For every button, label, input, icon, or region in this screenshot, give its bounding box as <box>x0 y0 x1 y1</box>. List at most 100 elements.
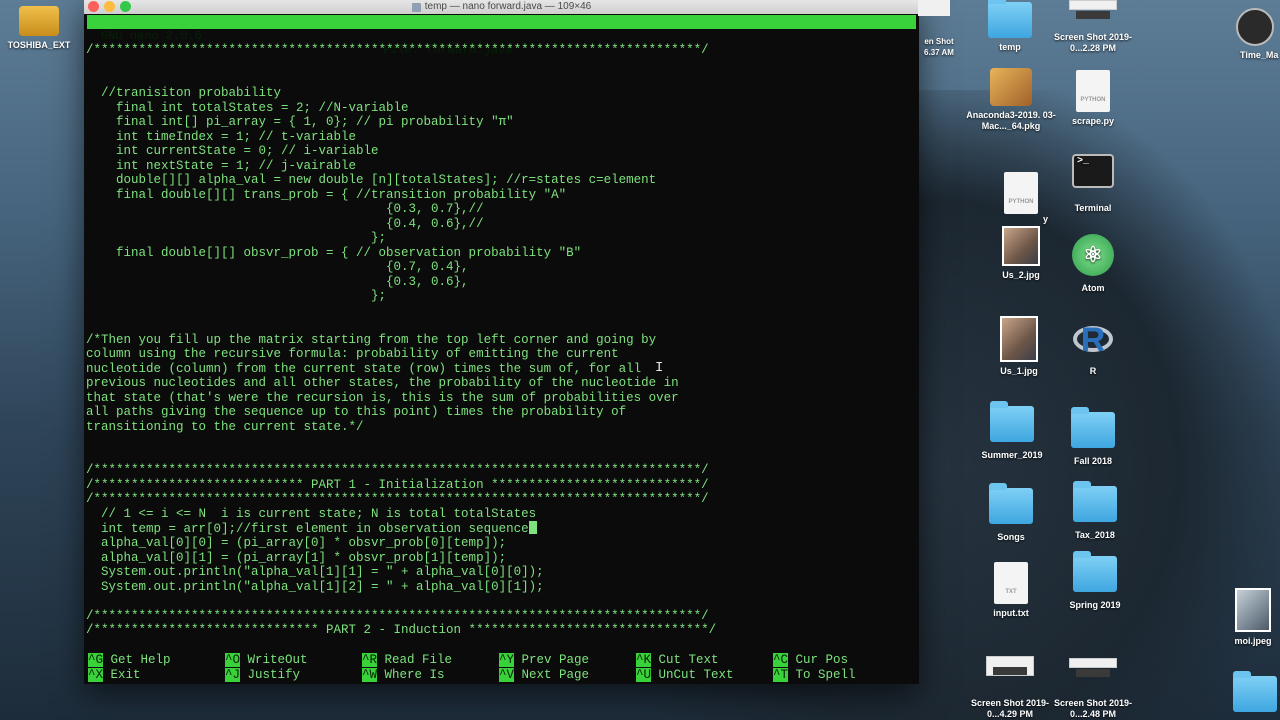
code-line: System.out.println("alpha_val[1][1] = " … <box>86 565 544 580</box>
shortcut-key: ^T <box>773 667 789 682</box>
document-icon <box>411 2 421 12</box>
desktop-icon-us-1[interactable]: Us_1.jpg <box>986 316 1052 377</box>
window-titlebar[interactable]: temp — nano forward.java — 109×46 <box>84 0 919 14</box>
desktop-icon-screenshot-partial[interactable]: en Shot 6.37 AM <box>918 0 960 58</box>
desktop-icon-fall-2018[interactable]: Fall 2018 <box>1058 407 1128 467</box>
shortcut-key: ^V <box>499 667 515 682</box>
desktop-icon-screenshot-3[interactable]: Screen Shot 2019-0...4.29 PM <box>968 656 1052 720</box>
code-line: final int[] pi_array = { 1, 0}; // pi pr… <box>86 115 514 130</box>
desktop-icon-label: R <box>1089 366 1097 376</box>
folder-icon <box>1073 551 1117 592</box>
desktop-icon-r[interactable]: R R <box>1058 320 1128 377</box>
nano-version: GNU nano 2.0.6 <box>101 29 202 43</box>
folder-icon <box>990 401 1034 442</box>
folder-icon <box>988 0 1032 38</box>
shortcut-key: ^J <box>225 667 241 682</box>
photo-icon <box>1000 316 1038 362</box>
code-line: /***************************************… <box>86 43 709 57</box>
code-line: alpha_val[0][0] = (pi_array[0] * obsvr_p… <box>86 536 507 551</box>
code-line: }; <box>86 289 387 304</box>
editor-text-area[interactable]: /***************************************… <box>86 43 716 638</box>
desktop-icon-folder-partial[interactable] <box>1230 671 1280 712</box>
code-line: previous nucleotides and all other state… <box>86 376 679 391</box>
shortcut-label: WriteOut <box>240 653 308 667</box>
code-line: /***************************************… <box>86 492 709 507</box>
code-line: {0.3, 0.7},// <box>86 202 484 217</box>
desktop-icon-label: input.txt <box>993 608 1029 618</box>
shortcut-writeout: ^O WriteOut <box>225 653 308 668</box>
minimize-window-button[interactable] <box>104 1 115 12</box>
shortcut-key: ^R <box>362 653 378 667</box>
shortcut-key: ^C <box>773 653 789 667</box>
shortcut-key: ^O <box>225 653 241 667</box>
desktop-icon-label: Terminal <box>1074 203 1112 213</box>
desktop-icon-label: Us_1.jpg <box>1000 366 1038 376</box>
desktop-icon-label: scrape.py <box>1071 116 1115 126</box>
window-title: temp — nano forward.java — 109×46 <box>424 1 592 12</box>
desktop-icon-label: en Shot 6.37 AM <box>924 37 954 57</box>
desktop-icon-screenshot-1[interactable]: Screen Shot 2019-0...2.28 PM <box>1052 0 1134 54</box>
desktop-icon-temp[interactable]: temp <box>972 0 1048 53</box>
desktop-icon-screenshot-4[interactable]: Screen Shot 2019-0...2.48 PM <box>1050 658 1136 720</box>
folder-icon <box>1233 671 1277 712</box>
code-line: // 1 <= i <= N i is current state; N is … <box>86 506 537 521</box>
drive-icon <box>19 6 59 36</box>
desktop-icon-tax-2018[interactable]: Tax_2018 <box>1060 481 1130 541</box>
shortcut-label: Exit <box>103 667 141 682</box>
shortcut-prev-page: ^Y Prev Page <box>499 653 589 668</box>
desktop-icon-time-machine[interactable]: Time_Ma <box>1234 0 1280 61</box>
desktop-icon-label: Spring 2019 <box>1069 600 1121 610</box>
code-line: System.out.println("alpha_val[1][2] = " … <box>86 579 544 594</box>
desktop-icon-input-txt[interactable]: TXT input.txt <box>976 562 1046 619</box>
screenshot-icon <box>918 0 950 16</box>
shortcut-label: Read File <box>377 653 453 667</box>
code-line: int currentState = 0; // i-variable <box>86 144 379 159</box>
desktop-icon-label: Fall 2018 <box>1073 456 1113 466</box>
code-line: int temp = arr[0];//first element in obs… <box>86 521 529 536</box>
code-line: final double[][] trans_prob = { //transi… <box>86 187 567 202</box>
code-line: //tranisiton probability <box>86 86 282 101</box>
code-line: transitioning to the current state.*/ <box>86 419 364 434</box>
code-line: {0.3, 0.6}, <box>86 274 469 289</box>
shortcut-key: ^U <box>636 667 652 682</box>
desktop-icon-terminal[interactable]: >_ Terminal <box>1058 154 1128 214</box>
desktop-icon-summer-2019[interactable]: Summer_2019 <box>972 401 1052 461</box>
desktop-icon-us-2[interactable]: Us_2.jpg <box>986 226 1056 281</box>
desktop-icon-toshiba[interactable]: TOSHIBA_EXT <box>4 0 74 51</box>
desktop-icon-spring-2019[interactable]: Spring 2019 <box>1058 551 1132 611</box>
zoom-window-button[interactable] <box>120 1 131 12</box>
shortcut-key: ^G <box>88 653 104 667</box>
code-line: int timeIndex = 1; // t-variable <box>86 129 357 144</box>
shortcut-label: Get Help <box>103 653 171 667</box>
desktop-icon-label: Us_2.jpg <box>1002 270 1040 280</box>
desktop-icon-label: y <box>1042 214 1048 224</box>
shortcut-cut-text: ^K Cut Text <box>636 653 719 668</box>
r-icon: R <box>1071 320 1115 360</box>
text-cursor <box>528 520 537 534</box>
desktop-icon-python-file[interactable]: PYTHON y <box>986 172 1056 225</box>
code-line: /***************************************… <box>86 463 709 478</box>
shortcut-key: ^K <box>636 653 652 667</box>
shortcut-label: Where Is <box>377 667 445 682</box>
shortcut-key: ^Y <box>499 653 515 667</box>
shortcut-exit: ^X Exit <box>88 667 141 683</box>
shortcut-next-page: ^V Next Page <box>499 667 590 683</box>
code-line: that state (that's were the recursion is… <box>86 390 679 405</box>
code-line: {0.4, 0.6},// <box>86 216 484 231</box>
desktop-icon-scrape-py[interactable]: PYTHON scrape.py <box>1058 70 1128 127</box>
desktop-icon-anaconda[interactable]: Anaconda3-2019. 03-Mac..._64.pkg <box>966 68 1056 132</box>
nano-header-bar: GNU nano 2.0.6 File: forward.java <box>87 15 916 57</box>
desktop-icon-songs[interactable]: Songs <box>976 483 1046 543</box>
close-window-button[interactable] <box>88 1 99 12</box>
desktop-icon-atom[interactable]: ⚛ Atom <box>1058 234 1128 294</box>
shortcut-label: Next Page <box>514 667 590 682</box>
shortcut-where-is: ^W Where Is <box>362 667 445 683</box>
desktop-icon-label: Time_Ma <box>1240 50 1279 60</box>
desktop-icon-label: Screen Shot 2019-0...2.28 PM <box>1053 32 1133 53</box>
code-line: /****************************** PART 2 -… <box>86 623 717 638</box>
terminal-window[interactable]: temp — nano forward.java — 109×46 GNU na… <box>84 0 919 684</box>
desktop-icon-moi-jpeg[interactable]: moi.jpeg <box>1228 588 1278 647</box>
desktop-icon-label: Songs <box>997 532 1025 542</box>
python-file-icon: PYTHON <box>1004 172 1038 214</box>
code-line: nucleotide (column) from the current sta… <box>86 361 642 376</box>
